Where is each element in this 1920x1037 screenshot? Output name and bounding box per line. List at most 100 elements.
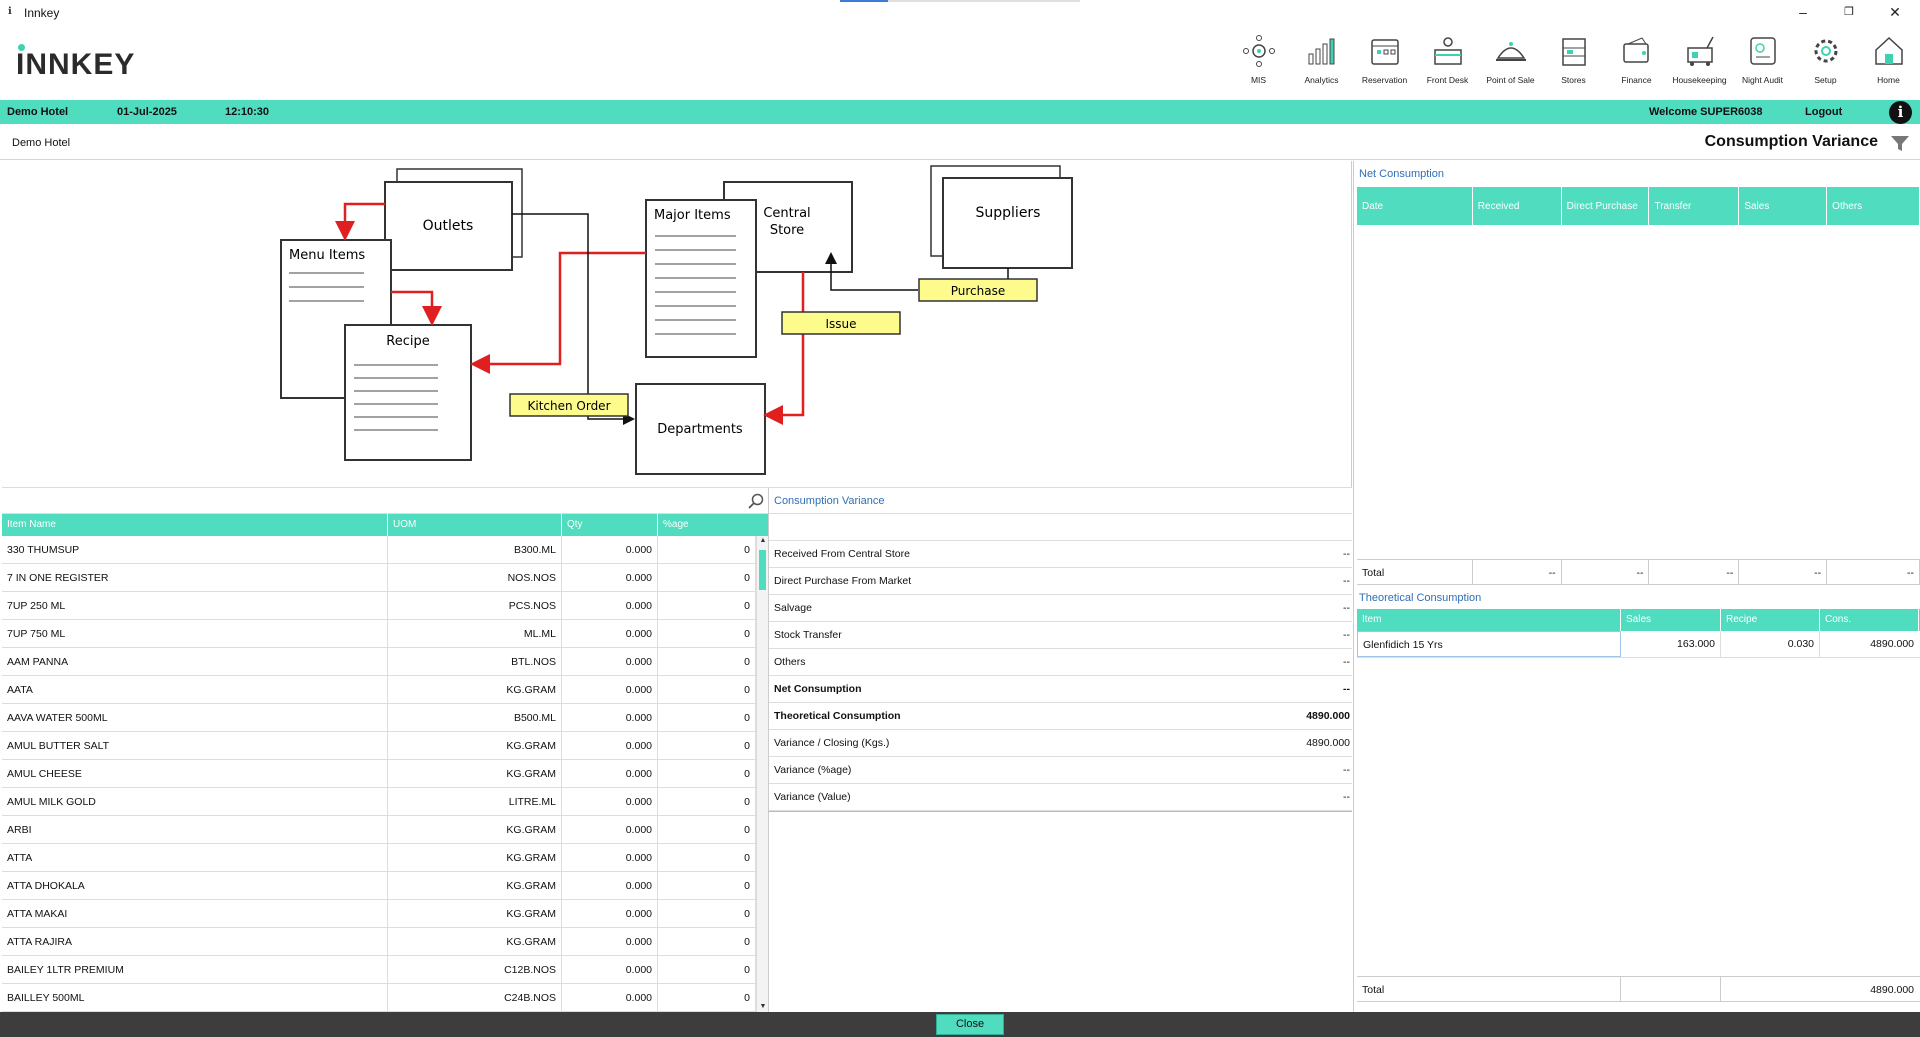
items-panel: Item Name UOM Qty %age 330 THUMSUP B300.M… (2, 488, 768, 1012)
theo-sales: 163.000 (1621, 631, 1721, 657)
sub-header: Demo Hotel Consumption Variance (0, 124, 1920, 160)
net-total-value: -- (1473, 560, 1562, 584)
table-row[interactable]: AMUL CHEESE KG.GRAM 0.000 0 (2, 760, 768, 788)
close-window-button[interactable]: ✕ (1880, 2, 1910, 22)
table-row[interactable]: AMUL BUTTER SALT KG.GRAM 0.000 0 (2, 732, 768, 760)
item-name: ATTA (2, 844, 388, 871)
minimize-button[interactable]: – (1788, 2, 1818, 22)
item-pct: 0 (658, 676, 756, 703)
item-uom: KG.GRAM (388, 844, 562, 871)
table-row[interactable]: AMUL MILK GOLD LITRE.ML 0.000 0 (2, 788, 768, 816)
module-point-of-sale[interactable]: Point of Sale (1479, 34, 1542, 94)
theo-col-item[interactable]: Item (1357, 609, 1621, 631)
net-col-sales[interactable]: Sales (1739, 187, 1828, 225)
module-label: Point of Sale (1486, 75, 1535, 85)
col-qty[interactable]: Qty (562, 514, 658, 536)
consumption-variance-empty (768, 812, 1352, 1012)
table-row[interactable]: ATTA MAKAI KG.GRAM 0.000 0 (2, 900, 768, 928)
module-housekeeping[interactable]: Housekeeping (1668, 34, 1731, 94)
right-panel: Net Consumption Date Received Direct Purch… (1353, 161, 1920, 1012)
variance-row: Variance (Value) -- (769, 784, 1352, 811)
module-front-desk[interactable]: Front Desk (1416, 34, 1479, 94)
item-qty: 0.000 (562, 956, 658, 983)
net-col-others[interactable]: Others (1827, 187, 1920, 225)
item-uom: BTL.NOS (388, 648, 562, 675)
table-row[interactable]: ARBI KG.GRAM 0.000 0 (2, 816, 768, 844)
point-of-sale-icon (1495, 42, 1526, 61)
close-button[interactable]: Close (936, 1014, 1004, 1035)
variance-label: Variance (Value) (774, 791, 851, 803)
table-row[interactable]: AATA KG.GRAM 0.000 0 (2, 676, 768, 704)
table-row[interactable]: 7UP 250 ML PCS.NOS 0.000 0 (2, 592, 768, 620)
module-night-audit[interactable]: Night Audit (1731, 34, 1794, 94)
table-row[interactable]: Glenfidich 15 Yrs 163.000 0.030 4890.000 (1357, 631, 1920, 658)
theo-col-recipe[interactable]: Recipe (1721, 609, 1820, 631)
title-bar: ℹ Innkey – ❐ ✕ (0, 0, 1920, 24)
scroll-up-icon[interactable]: ▲ (757, 536, 768, 546)
item-uom: C12B.NOS (388, 956, 562, 983)
item-qty: 0.000 (562, 536, 658, 563)
variance-row: Others -- (769, 649, 1352, 676)
item-qty: 0.000 (562, 592, 658, 619)
table-row[interactable]: BAILLEY 500ML C24B.NOS 0.000 0 (2, 984, 768, 1012)
item-qty: 0.000 (562, 816, 658, 843)
net-col-transfer[interactable]: Transfer (1649, 187, 1740, 225)
col-item-name[interactable]: Item Name (2, 514, 388, 536)
item-qty: 0.000 (562, 704, 658, 731)
variance-label: Others (774, 656, 806, 668)
variance-row: Theoretical Consumption 4890.000 (769, 703, 1352, 730)
issue-label: Issue (825, 317, 856, 331)
net-col-received[interactable]: Received (1473, 187, 1562, 225)
theo-col-cons[interactable]: Cons. (1820, 609, 1919, 631)
tab-indicator (840, 0, 1080, 2)
module-finance[interactable]: Finance (1605, 34, 1668, 94)
item-pct: 0 (658, 788, 756, 815)
module-home[interactable]: Home (1857, 34, 1920, 94)
variance-label: Theoretical Consumption (774, 710, 901, 722)
variance-value: -- (1343, 548, 1350, 560)
table-row[interactable]: 7 IN ONE REGISTER NOS.NOS 0.000 0 (2, 564, 768, 592)
net-total-value: -- (1649, 560, 1740, 584)
scroll-down-icon[interactable]: ▼ (757, 1002, 768, 1012)
night-audit-icon (1749, 37, 1776, 65)
table-row[interactable]: ATTA KG.GRAM 0.000 0 (2, 844, 768, 872)
maximize-button[interactable]: ❐ (1834, 2, 1864, 22)
item-qty: 0.000 (562, 788, 658, 815)
col-pct[interactable]: %age (658, 514, 768, 536)
mis-icon (1242, 35, 1275, 67)
module-stores[interactable]: Stores (1542, 34, 1605, 94)
items-scrollbar[interactable]: ▲ ▼ (756, 536, 768, 1012)
item-pct: 0 (658, 732, 756, 759)
module-mis[interactable]: MIS (1227, 34, 1290, 94)
variance-value: -- (1343, 602, 1350, 614)
module-analytics[interactable]: Analytics (1290, 34, 1353, 94)
home-icon (1874, 36, 1903, 65)
items-search-bar[interactable] (2, 488, 768, 514)
module-label: Front Desk (1426, 75, 1469, 85)
table-row[interactable]: AAM PANNA BTL.NOS 0.000 0 (2, 648, 768, 676)
col-uom[interactable]: UOM (388, 514, 562, 536)
filter-icon[interactable] (1890, 135, 1910, 153)
item-qty: 0.000 (562, 676, 658, 703)
logout-button[interactable]: Logout (1805, 106, 1842, 118)
search-icon[interactable] (748, 493, 764, 509)
item-pct: 0 (658, 620, 756, 647)
module-setup[interactable]: Setup (1794, 34, 1857, 94)
table-row[interactable]: 330 THUMSUP B300.ML 0.000 0 (2, 536, 768, 564)
info-icon[interactable]: i (1889, 101, 1912, 124)
variance-value: -- (1343, 791, 1350, 803)
table-row[interactable]: BAILEY 1LTR PREMIUM C12B.NOS 0.000 0 (2, 956, 768, 984)
scroll-thumb[interactable] (759, 550, 766, 590)
theo-col-sales[interactable]: Sales (1621, 609, 1721, 631)
table-row[interactable]: 7UP 750 ML ML.ML 0.000 0 (2, 620, 768, 648)
variance-label: Direct Purchase From Market (774, 575, 912, 587)
net-consumption-title: Net Consumption (1359, 168, 1444, 180)
net-col-date[interactable]: Date (1357, 187, 1473, 225)
item-name: 7UP 250 ML (2, 592, 388, 619)
table-row[interactable]: ATTA RAJIRA KG.GRAM 0.000 0 (2, 928, 768, 956)
item-pct: 0 (658, 956, 756, 983)
net-col-direct-purchase[interactable]: Direct Purchase (1562, 187, 1650, 225)
module-reservation[interactable]: Reservation (1353, 34, 1416, 94)
table-row[interactable]: ATTA DHOKALA KG.GRAM 0.000 0 (2, 872, 768, 900)
table-row[interactable]: AAVA WATER 500ML B500.ML 0.000 0 (2, 704, 768, 732)
